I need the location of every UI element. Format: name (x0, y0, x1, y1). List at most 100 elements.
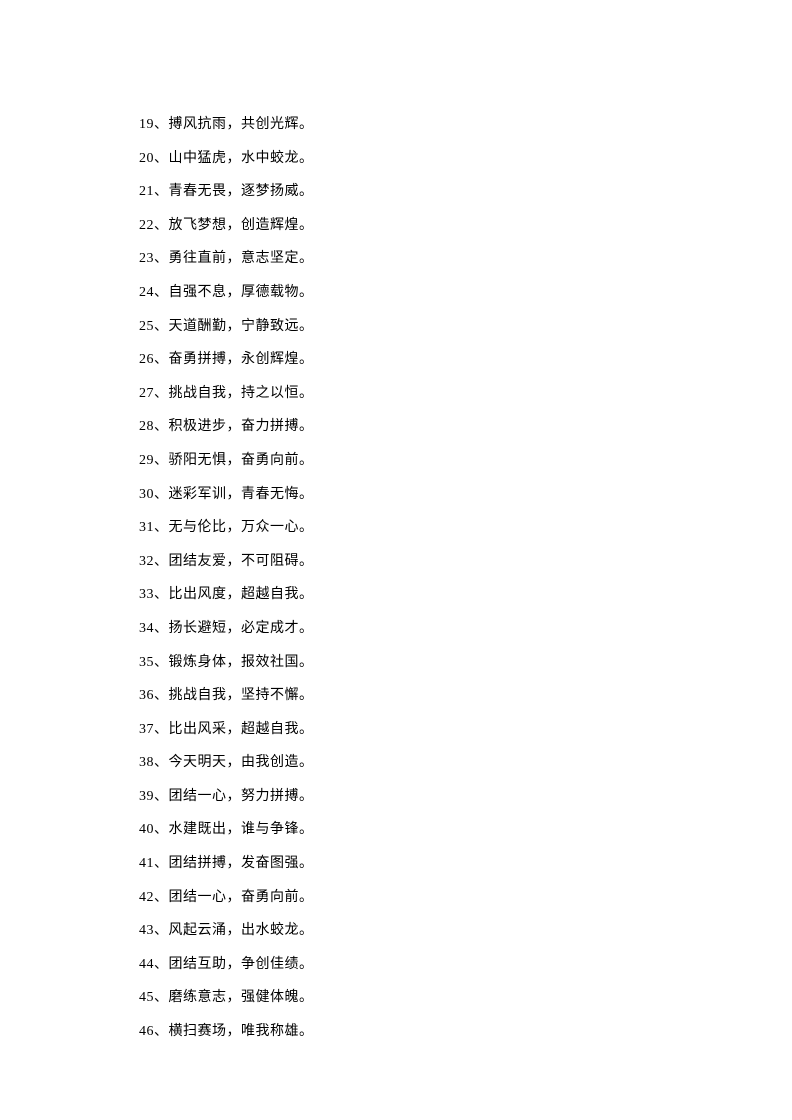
item-separator: 、 (154, 453, 169, 468)
item-number: 28 (139, 419, 154, 434)
item-number: 37 (139, 722, 154, 737)
item-text: 比出风采，超越自我。 (169, 722, 314, 737)
item-number: 33 (139, 587, 154, 602)
item-text: 勇往直前，意志坚定。 (169, 251, 314, 266)
item-separator: 、 (154, 218, 169, 233)
item-text: 无与伦比，万众一心。 (169, 520, 314, 535)
item-number: 40 (139, 822, 154, 837)
item-number: 23 (139, 251, 154, 266)
list-item: 37、比出风采，超越自我。 (139, 713, 792, 747)
list-item: 27、挑战自我，持之以恒。 (139, 377, 792, 411)
item-text: 放飞梦想，创造辉煌。 (169, 218, 314, 233)
item-separator: 、 (154, 520, 169, 535)
item-separator: 、 (154, 587, 169, 602)
item-separator: 、 (154, 184, 169, 199)
item-number: 32 (139, 554, 154, 569)
item-text: 团结拼搏，发奋图强。 (169, 856, 314, 871)
item-number: 31 (139, 520, 154, 535)
item-number: 41 (139, 856, 154, 871)
item-number: 36 (139, 688, 154, 703)
item-number: 42 (139, 890, 154, 905)
slogan-list: 19、搏风抗雨，共创光辉。20、山中猛虎，水中蛟龙。21、青春无畏，逐梦扬威。2… (139, 108, 792, 1049)
list-item: 38、今天明天，由我创造。 (139, 746, 792, 780)
list-item: 24、自强不息，厚德载物。 (139, 276, 792, 310)
item-number: 30 (139, 487, 154, 502)
item-separator: 、 (154, 419, 169, 434)
item-separator: 、 (154, 722, 169, 737)
item-separator: 、 (154, 151, 169, 166)
list-item: 46、横扫赛场，唯我称雄。 (139, 1015, 792, 1049)
item-number: 45 (139, 990, 154, 1005)
item-number: 19 (139, 117, 154, 132)
item-separator: 、 (154, 890, 169, 905)
item-text: 团结一心，奋勇向前。 (169, 890, 314, 905)
item-separator: 、 (154, 755, 169, 770)
item-separator: 、 (154, 789, 169, 804)
item-number: 44 (139, 957, 154, 972)
item-text: 自强不息，厚德载物。 (169, 285, 314, 300)
item-separator: 、 (154, 487, 169, 502)
item-number: 38 (139, 755, 154, 770)
list-item: 25、天道酬勤，宁静致远。 (139, 310, 792, 344)
item-text: 搏风抗雨，共创光辉。 (169, 117, 314, 132)
list-item: 42、团结一心，奋勇向前。 (139, 881, 792, 915)
item-separator: 、 (154, 554, 169, 569)
list-item: 21、青春无畏，逐梦扬威。 (139, 175, 792, 209)
item-number: 21 (139, 184, 154, 199)
item-separator: 、 (154, 352, 169, 367)
item-text: 锻炼身体，报效社国。 (169, 655, 314, 670)
item-text: 骄阳无惧，奋勇向前。 (169, 453, 314, 468)
item-separator: 、 (154, 386, 169, 401)
item-number: 43 (139, 923, 154, 938)
item-number: 24 (139, 285, 154, 300)
list-item: 31、无与伦比，万众一心。 (139, 511, 792, 545)
list-item: 28、积极进步，奋力拼搏。 (139, 410, 792, 444)
item-text: 磨练意志，强健体魄。 (169, 990, 314, 1005)
item-separator: 、 (154, 923, 169, 938)
list-item: 32、团结友爱，不可阻碍。 (139, 545, 792, 579)
item-separator: 、 (154, 1024, 169, 1039)
item-separator: 、 (154, 117, 169, 132)
list-item: 22、放飞梦想，创造辉煌。 (139, 209, 792, 243)
item-number: 34 (139, 621, 154, 636)
item-text: 迷彩军训，青春无悔。 (169, 487, 314, 502)
item-text: 水建既出，谁与争锋。 (169, 822, 314, 837)
item-separator: 、 (154, 990, 169, 1005)
item-separator: 、 (154, 688, 169, 703)
item-separator: 、 (154, 655, 169, 670)
list-item: 34、扬长避短，必定成才。 (139, 612, 792, 646)
item-text: 山中猛虎，水中蛟龙。 (169, 151, 314, 166)
item-text: 横扫赛场，唯我称雄。 (169, 1024, 314, 1039)
item-separator: 、 (154, 856, 169, 871)
item-number: 27 (139, 386, 154, 401)
item-number: 26 (139, 352, 154, 367)
item-separator: 、 (154, 319, 169, 334)
item-separator: 、 (154, 957, 169, 972)
list-item: 29、骄阳无惧，奋勇向前。 (139, 444, 792, 478)
item-text: 积极进步，奋力拼搏。 (169, 419, 314, 434)
item-number: 20 (139, 151, 154, 166)
list-item: 19、搏风抗雨，共创光辉。 (139, 108, 792, 142)
item-text: 风起云涌，出水蛟龙。 (169, 923, 314, 938)
item-text: 天道酬勤，宁静致远。 (169, 319, 314, 334)
item-text: 扬长避短，必定成才。 (169, 621, 314, 636)
list-item: 35、锻炼身体，报效社国。 (139, 646, 792, 680)
item-separator: 、 (154, 251, 169, 266)
list-item: 20、山中猛虎，水中蛟龙。 (139, 142, 792, 176)
list-item: 39、团结一心，努力拼搏。 (139, 780, 792, 814)
list-item: 26、奋勇拼搏，永创辉煌。 (139, 343, 792, 377)
item-text: 今天明天，由我创造。 (169, 755, 314, 770)
item-text: 奋勇拼搏，永创辉煌。 (169, 352, 314, 367)
item-text: 团结互助，争创佳绩。 (169, 957, 314, 972)
item-text: 团结一心，努力拼搏。 (169, 789, 314, 804)
list-item: 43、风起云涌，出水蛟龙。 (139, 914, 792, 948)
item-text: 挑战自我，坚持不懈。 (169, 688, 314, 703)
item-separator: 、 (154, 621, 169, 636)
item-number: 29 (139, 453, 154, 468)
item-number: 22 (139, 218, 154, 233)
item-number: 35 (139, 655, 154, 670)
list-item: 44、团结互助，争创佳绩。 (139, 948, 792, 982)
item-text: 挑战自我，持之以恒。 (169, 386, 314, 401)
item-number: 46 (139, 1024, 154, 1039)
item-text: 团结友爱，不可阻碍。 (169, 554, 314, 569)
